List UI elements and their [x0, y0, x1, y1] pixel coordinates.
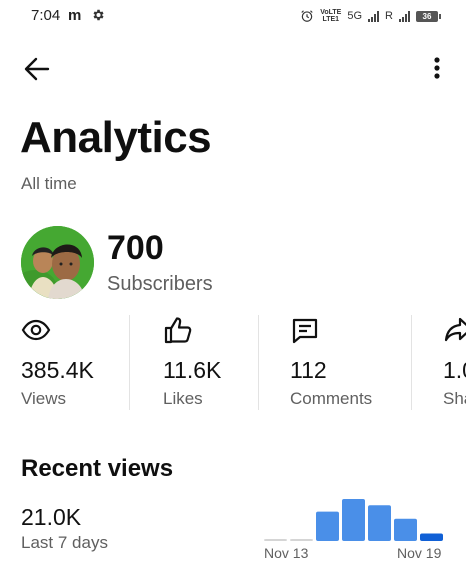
roaming-indicator: R	[385, 10, 393, 22]
stat-likes[interactable]: 11.6K Likes	[163, 313, 253, 411]
status-indicators: VoLTE LTE1 5G R 36	[300, 8, 441, 24]
more-vertical-icon	[434, 57, 440, 79]
arrow-left-icon	[24, 57, 50, 81]
stat-label: Likes	[163, 389, 203, 408]
stat-divider	[411, 315, 412, 410]
stat-value: 112	[290, 357, 327, 383]
chart-bar	[290, 539, 313, 541]
carrier-badge: m	[68, 7, 82, 24]
stat-value: 11.6K	[163, 357, 222, 383]
thumbs-up-icon	[164, 317, 192, 344]
back-button[interactable]	[22, 55, 52, 83]
avatar-image	[21, 226, 94, 299]
recent-views-chart[interactable]	[262, 488, 452, 543]
stat-value: 385.4K	[21, 357, 94, 383]
subscriber-count: 700	[107, 229, 164, 267]
signal-icon	[368, 10, 380, 22]
chart-bar	[420, 533, 443, 541]
lte-label: LTE1	[322, 16, 340, 23]
x-tick-label-start: Nov 13	[264, 545, 309, 561]
status-time: 7:04	[31, 7, 61, 24]
page-title: Analytics	[20, 113, 212, 162]
stat-comments[interactable]: 112 Comments	[290, 313, 405, 411]
date-range-label: All time	[21, 174, 77, 193]
chart-bar	[264, 539, 287, 541]
stat-label: Comments	[290, 389, 373, 408]
stat-value: 1.0	[443, 357, 466, 383]
chart-bar	[316, 511, 339, 541]
battery-icon: 36	[416, 10, 441, 22]
stat-label: Views	[21, 389, 67, 408]
eye-icon	[21, 319, 51, 341]
signal-2-icon	[399, 10, 410, 22]
recent-views-period: Last 7 days	[21, 533, 108, 552]
settings-gear-icon	[93, 9, 104, 21]
stat-shares[interactable]: 1.0 Sha	[443, 313, 466, 411]
chart-bar	[342, 499, 365, 541]
stat-views[interactable]: 385.4K Views	[21, 313, 121, 411]
stat-divider	[129, 315, 130, 410]
stat-label: Sha	[443, 389, 466, 408]
status-bar: 7:04 m VoLTE LTE1 5G R 36	[0, 0, 466, 34]
x-tick-label-end: Nov 19	[397, 545, 442, 561]
more-options-button[interactable]	[426, 55, 448, 83]
share-icon	[444, 317, 466, 342]
stat-divider	[258, 315, 259, 410]
chart-bar	[368, 505, 391, 541]
recent-views-title: Recent views	[21, 455, 174, 482]
channel-avatar[interactable]	[21, 226, 94, 299]
chart-bar	[394, 518, 417, 541]
comment-icon	[292, 318, 318, 344]
alarm-icon	[301, 10, 313, 22]
volte-label: VoLTE	[320, 9, 342, 16]
network-type: 5G	[347, 10, 363, 22]
volte-indicator: VoLTE LTE1	[320, 9, 341, 23]
recent-views-value: 21.0K	[21, 504, 82, 530]
subscriber-label: Subscribers	[107, 273, 213, 295]
